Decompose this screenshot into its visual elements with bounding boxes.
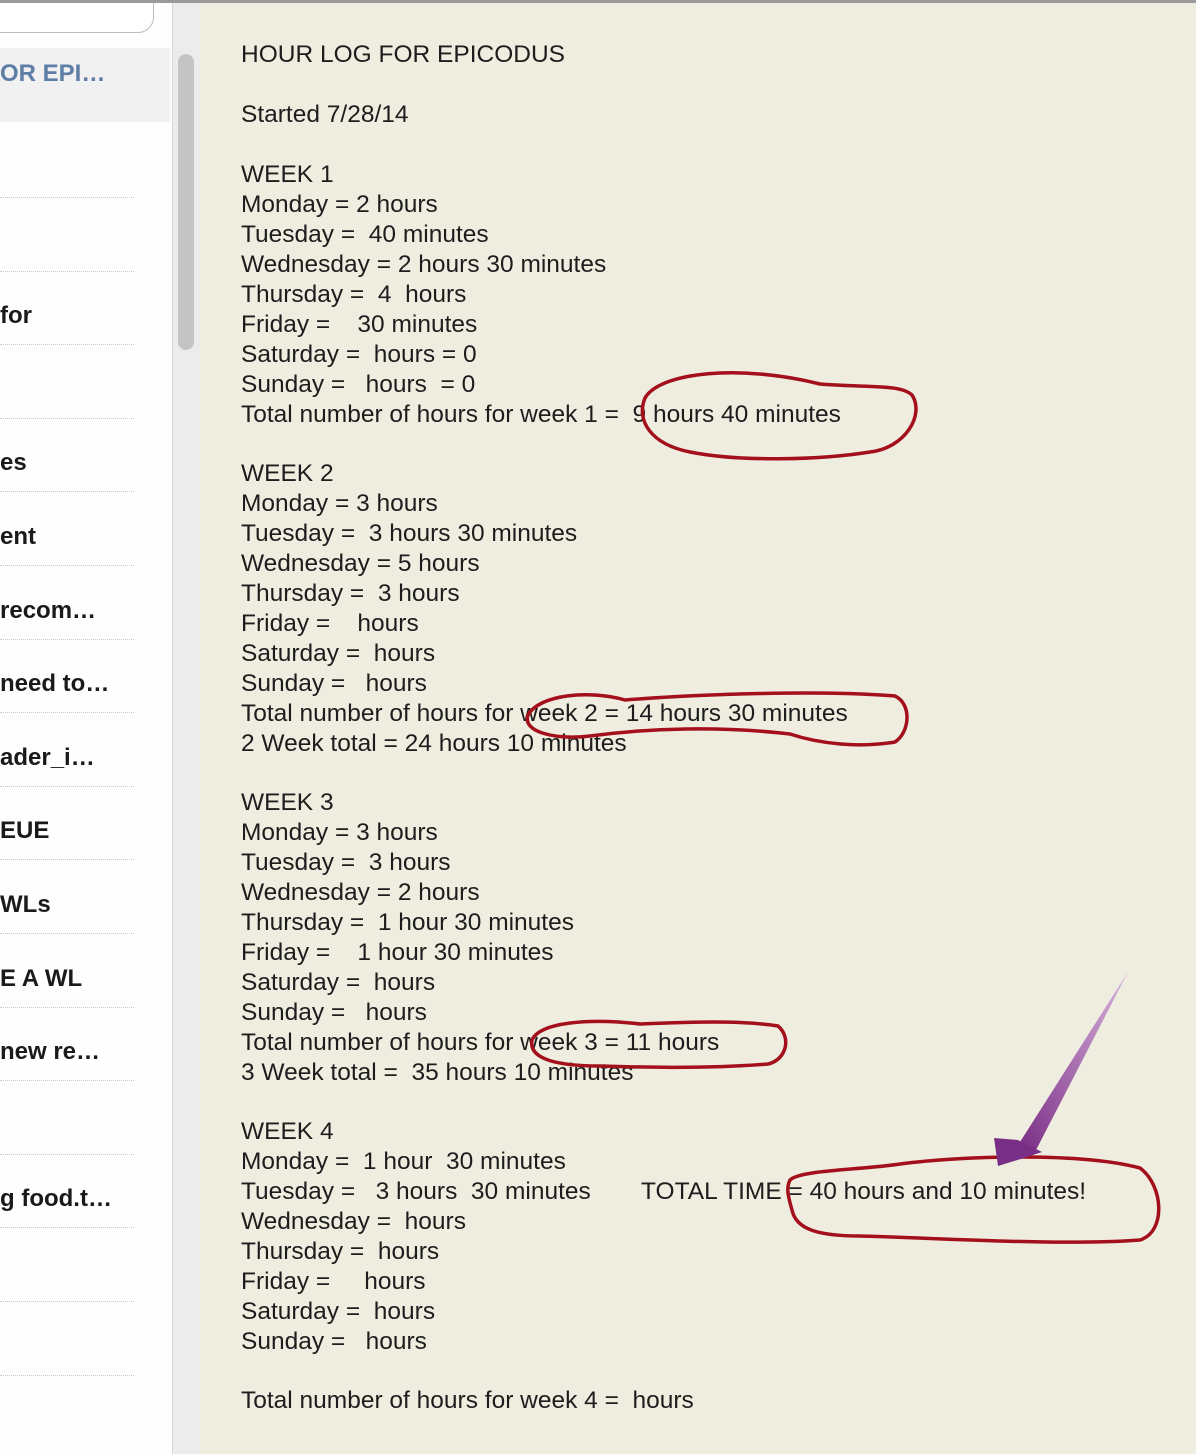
sidebar-note-item[interactable]: [0, 345, 134, 419]
note-title: HOUR LOG FOR EPICODUS: [241, 41, 565, 68]
week-4-total: Total number of hours for week 4 = hours: [241, 1387, 694, 1414]
week-1-line: Wednesday = 2 hours 30 minutes: [241, 251, 607, 278]
week-4-line: Saturday = hours: [241, 1298, 436, 1325]
week-1-line: Tuesday = 40 minutes: [241, 221, 489, 248]
sidebar-note-title: ader_i…: [0, 743, 95, 771]
sidebar-note-item[interactable]: es: [0, 418, 134, 493]
week-2-line: Wednesday = 5 hours: [241, 550, 480, 577]
sidebar-note-item[interactable]: OR EPI…: [0, 48, 170, 122]
sidebar-note-title: OR EPI…: [0, 60, 106, 87]
week-1-line: Saturday = hours = 0: [241, 341, 477, 368]
week-4-line: Monday = 1 hour 30 minutes: [241, 1148, 566, 1175]
sidebar-note-item[interactable]: EUE: [0, 786, 134, 861]
week-2-line: Friday = hours: [241, 610, 419, 637]
sidebar-note-item[interactable]: [0, 124, 134, 198]
week-1-line: Monday = 2 hours: [241, 191, 438, 218]
note-started-date: Started 7/28/14: [241, 101, 409, 128]
week-4-heading: WEEK 4: [241, 1118, 334, 1145]
week-3-line: Saturday = hours: [241, 969, 436, 996]
sidebar-note-title: ent: [0, 523, 36, 550]
week-3-total: Total number of hours for week 3 = 11 ho…: [241, 1029, 720, 1056]
week-1-line: Friday = 30 minutes: [241, 311, 478, 338]
sidebar-note-item[interactable]: recom…: [0, 566, 134, 640]
sidebar-note-title: E A WL: [0, 964, 83, 992]
week-2-line: Tuesday = 3 hours 30 minutes: [241, 520, 578, 547]
week-4-line: Friday = hours: [241, 1268, 426, 1295]
sidebar-note-title: new re…: [0, 1038, 101, 1066]
sidebar-note-item[interactable]: E A WL: [0, 934, 134, 1008]
sidebar-note-title: EUE: [0, 817, 50, 845]
week-3-line: Monday = 3 hours: [241, 819, 438, 846]
sidebar-note-title: WLs: [0, 891, 51, 918]
total-time: TOTAL TIME = 40 hours and 10 minutes!: [641, 1178, 1087, 1205]
week-4-line: Thursday = hours: [241, 1238, 440, 1265]
sidebar-note-item[interactable]: ent: [0, 492, 134, 566]
week-1-line: Sunday = hours = 0: [241, 371, 476, 398]
week-3-heading: WEEK 3: [241, 789, 334, 816]
week-3-line: Tuesday = 3 hours: [241, 849, 451, 876]
sidebar-scrollbar-thumb[interactable]: [178, 54, 194, 350]
week-3-line: Friday = 1 hour 30 minutes: [241, 939, 554, 966]
sidebar-note-title: need to…: [0, 670, 110, 698]
week-2-heading: WEEK 2: [241, 460, 334, 487]
week-2-line: Thursday = 3 hours: [241, 580, 460, 607]
week-4-line: Sunday = hours: [241, 1328, 427, 1355]
sidebar-note-title: for: [0, 302, 32, 330]
sidebar-note-item[interactable]: [0, 1302, 134, 1376]
sidebar-note-item[interactable]: g food.t…: [0, 1154, 134, 1229]
week-4-line: Tuesday = 3 hours 30 minutes: [241, 1178, 591, 1205]
sidebar-note-item[interactable]: new re…: [0, 1007, 134, 1082]
week-2-total: Total number of hours for week 2 = 14 ho…: [241, 700, 848, 727]
sidebar-note-item[interactable]: [0, 198, 134, 272]
sidebar-note-item[interactable]: WLs: [0, 860, 134, 934]
search-input[interactable]: [0, 3, 154, 33]
week-2-line: Saturday = hours: [241, 640, 436, 667]
sidebar-note-item[interactable]: ader_i…: [0, 713, 134, 787]
week-1-heading: WEEK 1: [241, 161, 334, 188]
sidebar-note-item[interactable]: need to…: [0, 639, 134, 714]
week-2-line: Sunday = hours: [241, 670, 427, 697]
week-3-line: Wednesday = 2 hours: [241, 879, 480, 906]
week-1-total: Total number of hours for week 1 = 9 hou…: [241, 401, 841, 428]
week-1-line: Thursday = 4 hours: [241, 281, 467, 308]
sidebar-note-title: g food.t…: [0, 1185, 112, 1213]
week-2-line: Monday = 3 hours: [241, 490, 438, 517]
sidebar-note-item[interactable]: [0, 1081, 134, 1155]
sidebar-note-title: recom…: [0, 596, 97, 624]
sidebar-note-item[interactable]: for: [0, 271, 134, 346]
week-3-line: Sunday = hours: [241, 999, 427, 1026]
sidebar-note-item[interactable]: [0, 1228, 134, 1302]
sidebar-note-title: es: [0, 449, 27, 477]
notes-list-sidebar[interactable]: OR EPI… for es ent recom… need to… ader_i… EUE W…: [0, 3, 172, 1454]
week-4-line: Wednesday = hours: [241, 1208, 466, 1235]
three-week-total: 3 Week total = 35 hours 10 minutes: [241, 1059, 634, 1086]
week-3-line: Thursday = 1 hour 30 minutes: [241, 909, 574, 936]
two-week-total: 2 Week total = 24 hours 10 minutes: [241, 730, 627, 757]
